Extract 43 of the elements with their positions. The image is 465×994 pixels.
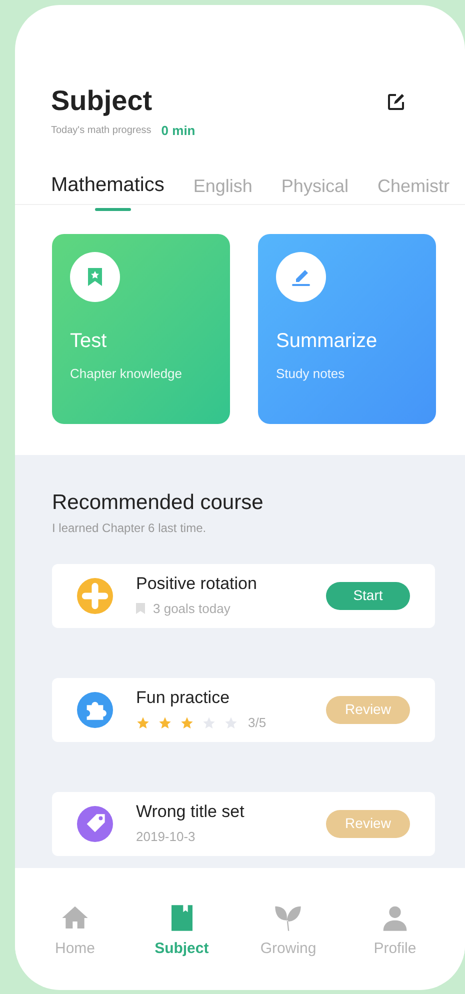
course-detail: 3/5 <box>248 714 266 732</box>
star-icon <box>202 716 216 730</box>
course-button[interactable]: Review <box>326 696 410 724</box>
section-subtitle: I learned Chapter 6 last time. <box>52 520 208 536</box>
nav-tab[interactable]: Home <box>35 904 115 960</box>
nav-tab[interactable]: Subject <box>142 904 222 960</box>
course-button[interactable]: Start <box>326 582 410 610</box>
nav-tab[interactable]: Profile <box>354 904 435 960</box>
star-icon <box>136 716 150 730</box>
bookmark-star-icon <box>87 266 103 286</box>
edit-icon[interactable] <box>387 93 405 111</box>
course-card[interactable]: Positive rotation 3 goals today Start <box>52 564 435 628</box>
person-icon <box>380 904 409 932</box>
star-icon <box>180 716 194 730</box>
course-title: Wrong title set <box>136 800 246 823</box>
course-detail: 3 goals today <box>153 600 230 618</box>
card-subtitle: Chapter knowledge <box>70 364 184 383</box>
tab-underline <box>95 208 131 210</box>
course-detail: 2019-10-3 <box>136 828 196 846</box>
course-card[interactable]: Wrong title set 2019-10-3 Review <box>52 792 435 856</box>
progress-value: 0 min <box>161 122 196 140</box>
course-tab[interactable]: Chemistr <box>377 174 450 196</box>
course-tab[interactable]: Physical <box>281 174 348 196</box>
course-tab[interactable]: English <box>193 174 252 196</box>
bookmark-icon <box>136 603 145 614</box>
course-card[interactable]: Fun practice 3/5 Review <box>52 678 435 742</box>
feature-card[interactable]: Summarize Study notes <box>258 234 436 424</box>
nav-tab[interactable]: Growing <box>248 904 328 960</box>
course-title: Fun practice <box>136 686 231 709</box>
star-icon <box>158 716 172 730</box>
progress-label: Today's math progress <box>51 124 152 138</box>
leaves-icon <box>274 904 302 932</box>
card-title: Summarize <box>276 328 378 354</box>
course-button[interactable]: Review <box>326 810 410 838</box>
star-icon <box>224 716 238 730</box>
feature-card[interactable]: Test Chapter knowledge <box>52 234 230 424</box>
page-title: Subject <box>51 84 154 118</box>
card-subtitle: Study notes <box>276 364 346 383</box>
course-tab[interactable]: Mathematics <box>51 172 164 196</box>
card-title: Test <box>70 328 108 354</box>
home-icon <box>61 904 89 932</box>
section-title: Recommended course <box>52 490 264 516</box>
course-title: Positive rotation <box>136 572 258 595</box>
